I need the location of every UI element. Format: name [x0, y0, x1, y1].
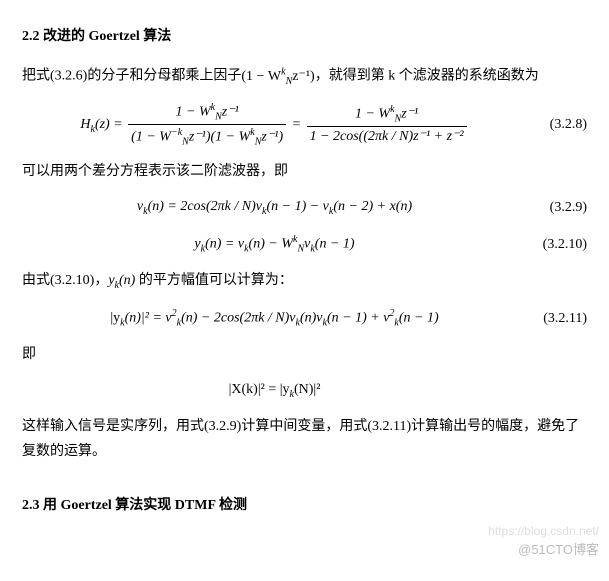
- eq3210-b4: (n − 1): [315, 236, 355, 251]
- para-p2: 可以用两个差分方程表示该二阶滤波器，即: [22, 159, 587, 184]
- para-intro: 把式(3.2.6)的分子和分母都乘上因子(1 − WkNz⁻¹)，就得到第 k …: [22, 63, 587, 90]
- para-p4: 即: [22, 342, 587, 367]
- eq3211-b2: (n)v: [300, 310, 323, 325]
- equation-3-2-11: |yk(n)|² = v2k(n) − 2cos(2πk / N)vk(n)vk…: [22, 305, 527, 332]
- equation-3-2-11-row: |yk(n)|² = v2k(n) − 2cos(2πk / N)vk(n)vk…: [22, 305, 587, 332]
- p1-factor-end: z⁻¹): [292, 69, 314, 84]
- equation-3-2-10-number: (3.2.10): [527, 232, 587, 257]
- p3a: 由式(3.2.10)，: [22, 273, 108, 288]
- eq328-lhs: H: [80, 117, 90, 132]
- eq328-den2: 1 − 2cos((2πk / N)z⁻¹ + z⁻²: [307, 127, 467, 146]
- eq3211-lhs2: (n)|² = v: [125, 310, 172, 325]
- eq328-den1a-sub: N: [182, 137, 189, 148]
- eq328-num1-end: z⁻¹: [222, 104, 239, 119]
- eq3211-lhs: |y: [110, 310, 120, 325]
- p3b: 的平方幅值可以计算为：: [135, 273, 293, 288]
- eq328-num1: 1 − W: [176, 104, 211, 119]
- equation-final-row: |X(k)|² = |yk(N)|²: [22, 377, 587, 404]
- equation-3-2-9-row: vk(n) = 2cos(2πk / N)vk(n − 1) − vk(n − …: [22, 194, 587, 221]
- equation-3-2-8: Hk(z) = 1 − WkNz⁻¹ (1 − W−kNz⁻¹)(1 − WkN…: [22, 101, 527, 149]
- p1-b: ，就得到第 k 个滤波器的系统函数为: [315, 69, 539, 84]
- eq3211-b4: (n − 1): [399, 310, 439, 325]
- equation-3-2-10: yk(n) = vk(n) − WkNvk(n − 1): [22, 231, 527, 258]
- eq328-num2: 1 − W: [355, 106, 390, 121]
- equation-3-2-10-row: yk(n) = vk(n) − WkNvk(n − 1) (3.2.10): [22, 231, 587, 258]
- eq328-num1-sub: N: [215, 111, 222, 122]
- eq328-den1b-end: z⁻¹): [261, 130, 283, 145]
- p3ya: (n): [119, 273, 135, 288]
- equation-3-2-9: vk(n) = 2cos(2πk / N)vk(n − 1) − vk(n − …: [22, 194, 527, 221]
- p1-factor: (1 − W: [241, 69, 281, 84]
- para-p5: 这样输入信号是实序列，用式(3.2.9)计算中间变量，用式(3.2.11)计算输…: [22, 414, 587, 464]
- para-p3: 由式(3.2.10)，yk(n) 的平方幅值可以计算为：: [22, 268, 587, 295]
- eq328-den1a-sup: −k: [171, 127, 182, 138]
- eq328-den1a-end: z⁻¹)(1 − W: [189, 130, 250, 145]
- eq328-lhs-arg: (z) =: [95, 117, 126, 132]
- eqf-e: (N)|²: [294, 382, 320, 397]
- eq328-frac1: 1 − WkNz⁻¹ (1 − W−kNz⁻¹)(1 − WkNz⁻¹): [128, 101, 286, 149]
- eq329-b3: (n − 2) + x(n): [333, 199, 412, 214]
- p1-a: 把式(3.2.6)的分子和分母都乘上因子: [22, 69, 241, 84]
- eq328-num2-end: z⁻¹: [401, 106, 418, 121]
- eq3211-b3: (n − 1) + v: [327, 310, 389, 325]
- eq329-b2: (n − 1) − v: [266, 199, 328, 214]
- eq329-b1: (n) = 2cos(2πk / N)v: [148, 199, 262, 214]
- equation-3-2-8-row: Hk(z) = 1 − WkNz⁻¹ (1 − W−kNz⁻¹)(1 − WkN…: [22, 101, 587, 149]
- eq3211-b1: (n) − 2cos(2πk / N)v: [181, 310, 295, 325]
- watermark-51cto: @51CTO博客: [518, 538, 599, 561]
- eqf-t: |X(k)|² = |y: [229, 382, 290, 397]
- eq328-den1a: (1 − W: [131, 130, 171, 145]
- watermark-csdn: https://blog.csdn.net/: [488, 521, 599, 543]
- eq3210-b2: (n) − W: [249, 236, 293, 251]
- eq328-frac2: 1 − WkNz⁻¹ 1 − 2cos((2πk / N)z⁻¹ + z⁻²: [307, 103, 467, 147]
- section-2-3-heading: 2.3 用 Goertzel 算法实现 DTMF 检测: [22, 493, 587, 518]
- equation-3-2-11-number: (3.2.11): [527, 306, 587, 331]
- equation-final: |X(k)|² = |yk(N)|²: [22, 377, 527, 404]
- equation-3-2-8-number: (3.2.8): [527, 112, 587, 137]
- equation-3-2-9-number: (3.2.9): [527, 195, 587, 220]
- eq3210-b1: (n) = v: [205, 236, 244, 251]
- eq328-eq: =: [292, 117, 305, 132]
- section-2-2-heading: 2.2 改进的 Goertzel 算法: [22, 24, 587, 49]
